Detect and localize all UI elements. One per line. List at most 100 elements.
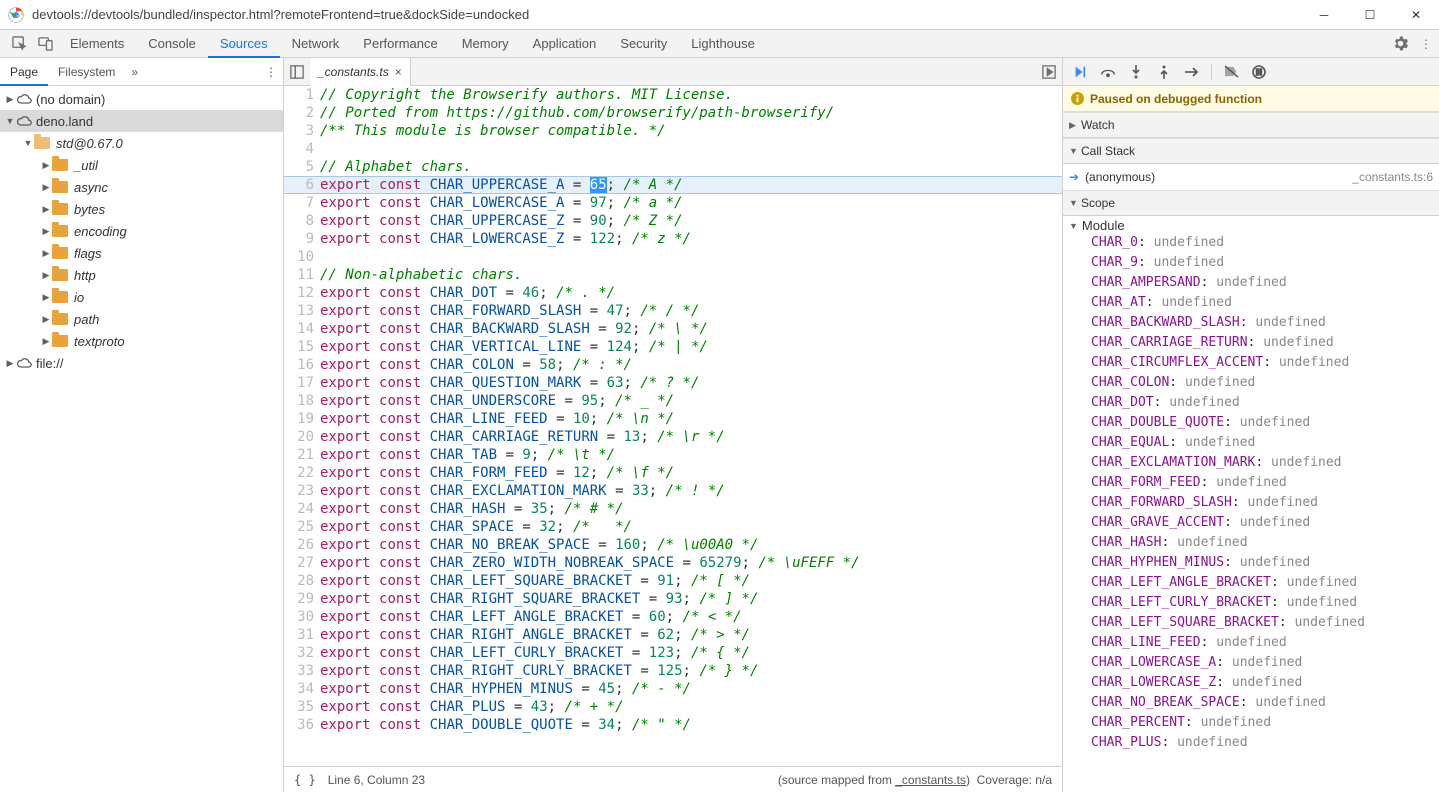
tree-item[interactable]: ▼std@0.67.0 [0, 132, 283, 154]
scope-variable[interactable]: CHAR_0: undefined [1069, 233, 1433, 253]
code-area[interactable]: 1// Copyright the Browserify authors. MI… [284, 86, 1062, 766]
scope-variable[interactable]: CHAR_GRAVE_ACCENT: undefined [1069, 513, 1433, 533]
subtab-filesystem[interactable]: Filesystem [48, 58, 125, 86]
scope-variable[interactable]: CHAR_LEFT_SQUARE_BRACKET: undefined [1069, 613, 1433, 633]
tree-item-label: _util [74, 158, 98, 173]
scope-variable[interactable]: CHAR_EXCLAMATION_MARK: undefined [1069, 453, 1433, 473]
scope-variable[interactable]: CHAR_CIRCUMFLEX_ACCENT: undefined [1069, 353, 1433, 373]
tree-item[interactable]: ▼deno.land [0, 110, 283, 132]
tree-item[interactable]: ▶path [0, 308, 283, 330]
inspect-icon[interactable] [6, 31, 32, 57]
code-line: 22export const CHAR_FORM_FEED = 12; /* \… [284, 464, 1062, 482]
tree-arrow-icon: ▶ [40, 248, 52, 259]
tree-item[interactable]: ▶encoding [0, 220, 283, 242]
tree-item-label: textproto [74, 334, 125, 349]
code-line: 11// Non-alphabetic chars. [284, 266, 1062, 284]
tree-item[interactable]: ▶ _util [0, 154, 283, 176]
scope-variable[interactable]: CHAR_PLUS: undefined [1069, 733, 1433, 753]
tree-item[interactable]: ▶async [0, 176, 283, 198]
pretty-print-icon[interactable]: { } [294, 773, 316, 787]
scope-variable[interactable]: CHAR_HASH: undefined [1069, 533, 1433, 553]
scope-group[interactable]: ▼Module [1069, 218, 1433, 233]
code-line: 28export const CHAR_LEFT_SQUARE_BRACKET … [284, 572, 1062, 590]
scope-variable[interactable]: CHAR_AT: undefined [1069, 293, 1433, 313]
tree-item-label: path [74, 312, 99, 327]
step-out-icon[interactable] [1151, 60, 1177, 84]
code-line: 7export const CHAR_LOWERCASE_A = 97; /* … [284, 194, 1062, 212]
callstack-section[interactable]: ▼Call Stack [1063, 138, 1439, 164]
tree-item[interactable]: ▶flags [0, 242, 283, 264]
tab-lighthouse[interactable]: Lighthouse [679, 30, 767, 58]
tab-sources[interactable]: Sources [208, 30, 280, 58]
scope-variable[interactable]: CHAR_NO_BREAK_SPACE: undefined [1069, 693, 1433, 713]
scope-variable[interactable]: CHAR_AMPERSAND: undefined [1069, 273, 1433, 293]
scope-variable[interactable]: CHAR_LEFT_CURLY_BRACKET: undefined [1069, 593, 1433, 613]
code-line: 24export const CHAR_HASH = 35; /* # */ [284, 500, 1062, 518]
scope-variable[interactable]: CHAR_BACKWARD_SLASH: undefined [1069, 313, 1433, 333]
folder-icon [52, 291, 68, 303]
scope-variable[interactable]: CHAR_FORWARD_SLASH: undefined [1069, 493, 1433, 513]
scope-variable[interactable]: CHAR_LINE_FEED: undefined [1069, 633, 1433, 653]
settings-icon[interactable] [1387, 31, 1413, 57]
window-minimize[interactable]: ─ [1301, 0, 1347, 30]
tree-arrow-icon: ▶ [40, 160, 52, 171]
file-nav-icon[interactable] [284, 59, 310, 85]
tab-performance[interactable]: Performance [351, 30, 449, 58]
step-icon[interactable] [1179, 60, 1205, 84]
folder-icon [52, 247, 68, 259]
scope-variable[interactable]: CHAR_DOT: undefined [1069, 393, 1433, 413]
subtab-page[interactable]: Page [0, 58, 48, 86]
tab-elements[interactable]: Elements [58, 30, 136, 58]
more-subtabs[interactable]: » [125, 65, 144, 79]
scope-variable[interactable]: CHAR_FORM_FEED: undefined [1069, 473, 1433, 493]
tab-console[interactable]: Console [136, 30, 208, 58]
code-line: 15export const CHAR_VERTICAL_LINE = 124;… [284, 338, 1062, 356]
scope-variable[interactable]: CHAR_LOWERCASE_A: undefined [1069, 653, 1433, 673]
tree-item[interactable]: ▶textproto [0, 330, 283, 352]
scope-variable[interactable]: CHAR_HYPHEN_MINUS: undefined [1069, 553, 1433, 573]
navigator-panel: PageFilesystem » ⋮ ▶(no domain)▼deno.lan… [0, 58, 284, 792]
tree-item-label: bytes [74, 202, 105, 217]
tree-item[interactable]: ▶file:// [0, 352, 283, 374]
more-icon[interactable]: ⋮ [1413, 31, 1439, 57]
tree-item[interactable]: ▶http [0, 264, 283, 286]
cloud-icon [16, 93, 32, 105]
scope-variable[interactable]: CHAR_COLON: undefined [1069, 373, 1433, 393]
file-tabs: _constants.ts × [284, 58, 1062, 86]
scope-variable[interactable]: CHAR_LEFT_ANGLE_BRACKET: undefined [1069, 573, 1433, 593]
device-toggle-icon[interactable] [32, 31, 58, 57]
step-over-icon[interactable] [1095, 60, 1121, 84]
run-snippet-icon[interactable] [1036, 65, 1062, 79]
window-maximize[interactable]: ☐ [1347, 0, 1393, 30]
scope-variable[interactable]: CHAR_EQUAL: undefined [1069, 433, 1433, 453]
step-into-icon[interactable] [1123, 60, 1149, 84]
navigator-more-icon[interactable]: ⋮ [265, 65, 277, 79]
scope-variable[interactable]: CHAR_9: undefined [1069, 253, 1433, 273]
source-editor: _constants.ts × 1// Copyright the Browse… [284, 58, 1062, 792]
close-tab-icon[interactable]: × [395, 65, 402, 79]
scope-section[interactable]: ▼Scope [1063, 190, 1439, 216]
tree-item[interactable]: ▶io [0, 286, 283, 308]
scope-variable[interactable]: CHAR_CARRIAGE_RETURN: undefined [1069, 333, 1433, 353]
scope-variable[interactable]: CHAR_DOUBLE_QUOTE: undefined [1069, 413, 1433, 433]
code-line: 12export const CHAR_DOT = 46; /* . */ [284, 284, 1062, 302]
resume-icon[interactable] [1067, 60, 1093, 84]
pause-exceptions-icon[interactable] [1246, 60, 1272, 84]
tree-item-label: encoding [74, 224, 127, 239]
tab-security[interactable]: Security [608, 30, 679, 58]
tab-network[interactable]: Network [280, 30, 352, 58]
callstack-frame[interactable]: ➔ (anonymous) _constants.ts:6 [1063, 164, 1439, 190]
tree-item[interactable]: ▶(no domain) [0, 88, 283, 110]
scope-variable[interactable]: CHAR_PERCENT: undefined [1069, 713, 1433, 733]
watch-section[interactable]: ▶Watch [1063, 112, 1439, 138]
file-tab-constants[interactable]: _constants.ts × [310, 58, 411, 86]
tree-item-label: io [74, 290, 84, 305]
scope-variable[interactable]: CHAR_LOWERCASE_Z: undefined [1069, 673, 1433, 693]
debugger-toolbar [1063, 58, 1439, 86]
tab-memory[interactable]: Memory [450, 30, 521, 58]
deactivate-breakpoints-icon[interactable] [1218, 60, 1244, 84]
tree-item[interactable]: ▶bytes [0, 198, 283, 220]
tab-application[interactable]: Application [521, 30, 609, 58]
window-close[interactable]: ✕ [1393, 0, 1439, 30]
scope-body: ▼Module CHAR_0: undefinedCHAR_9: undefin… [1063, 216, 1439, 755]
